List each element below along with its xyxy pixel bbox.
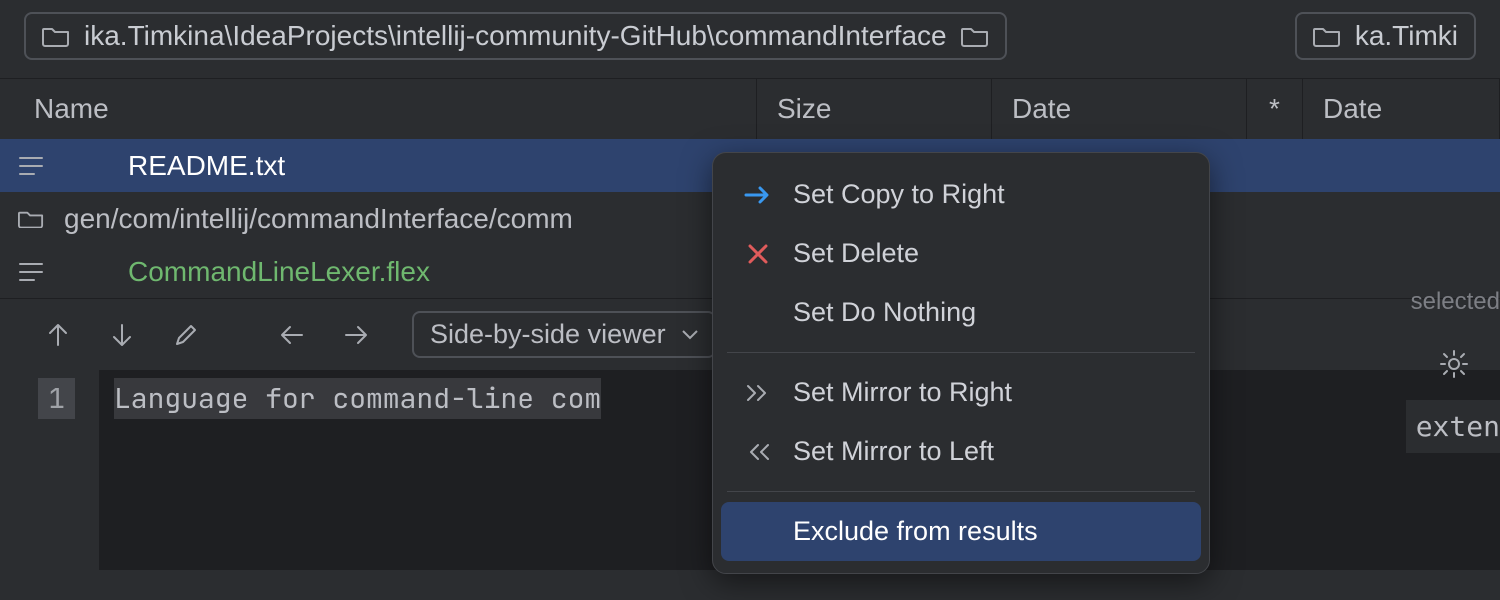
menu-exclude-results[interactable]: Exclude from results	[721, 502, 1201, 561]
close-red-icon	[743, 239, 773, 269]
arrow-left-icon[interactable]	[274, 317, 310, 353]
settings-icon[interactable]	[1438, 348, 1470, 380]
code-line: Language for command-line com	[114, 378, 601, 419]
context-menu: Set Copy to Right Set Delete Set Do Noth…	[712, 152, 1210, 574]
chevron-down-icon	[682, 329, 698, 341]
menu-label: Set Copy to Right	[793, 179, 1005, 210]
arrow-right-blue-icon	[743, 180, 773, 210]
menu-separator	[727, 491, 1195, 492]
chevrons-right-icon	[743, 378, 773, 408]
folder-icon	[42, 25, 70, 47]
menu-set-delete[interactable]: Set Delete	[721, 224, 1201, 283]
arrow-down-icon[interactable]	[104, 317, 140, 353]
menu-set-do-nothing[interactable]: Set Do Nothing	[721, 283, 1201, 342]
file-name: CommandLineLexer.flex	[128, 256, 430, 288]
column-name[interactable]: Name	[0, 79, 757, 139]
menu-label: Exclude from results	[793, 516, 1038, 547]
left-path-text: ika.Timkina\IdeaProjects\intellij-commun…	[84, 20, 947, 52]
chevrons-left-icon	[743, 437, 773, 467]
column-date-right[interactable]: Date	[1303, 79, 1500, 139]
text-file-icon	[18, 154, 44, 178]
spacer	[743, 298, 773, 328]
left-path-pill[interactable]: ika.Timkina\IdeaProjects\intellij-commun…	[24, 12, 1007, 60]
column-size[interactable]: Size	[757, 79, 992, 139]
line-number: 1	[38, 378, 75, 419]
right-code-fragment: exten	[1406, 400, 1500, 453]
text-file-icon	[18, 260, 44, 284]
line-gutter: 1	[0, 370, 100, 570]
arrow-right-icon[interactable]	[338, 317, 374, 353]
edit-icon[interactable]	[168, 317, 204, 353]
column-star[interactable]: *	[1247, 79, 1303, 139]
code-area[interactable]: Language for command-line com	[100, 370, 615, 570]
menu-separator	[727, 352, 1195, 353]
path-bar: ika.Timkina\IdeaProjects\intellij-commun…	[0, 0, 1500, 78]
menu-set-copy-right[interactable]: Set Copy to Right	[721, 165, 1201, 224]
column-headers: Name Size Date * Date	[0, 78, 1500, 139]
spacer	[743, 517, 773, 547]
menu-label: Set Delete	[793, 238, 919, 269]
file-name: README.txt	[128, 150, 285, 182]
viewer-mode-label: Side-by-side viewer	[430, 319, 666, 350]
folder-icon	[18, 208, 44, 230]
menu-label: Set Mirror to Left	[793, 436, 994, 467]
arrow-up-icon[interactable]	[40, 317, 76, 353]
viewer-mode-select[interactable]: Side-by-side viewer	[412, 311, 716, 358]
folder-open-icon[interactable]	[961, 25, 989, 47]
right-path-pill[interactable]: ka.Timki	[1295, 12, 1476, 60]
menu-label: Set Do Nothing	[793, 297, 976, 328]
column-date[interactable]: Date	[992, 79, 1247, 139]
menu-label: Set Mirror to Right	[793, 377, 1012, 408]
selected-hint: selected	[1411, 288, 1500, 316]
menu-mirror-left[interactable]: Set Mirror to Left	[721, 422, 1201, 481]
menu-mirror-right[interactable]: Set Mirror to Right	[721, 363, 1201, 422]
folder-icon	[1313, 25, 1341, 47]
right-path-text: ka.Timki	[1355, 20, 1458, 52]
folder-name: gen/com/intellij/commandInterface/comm	[64, 203, 573, 235]
